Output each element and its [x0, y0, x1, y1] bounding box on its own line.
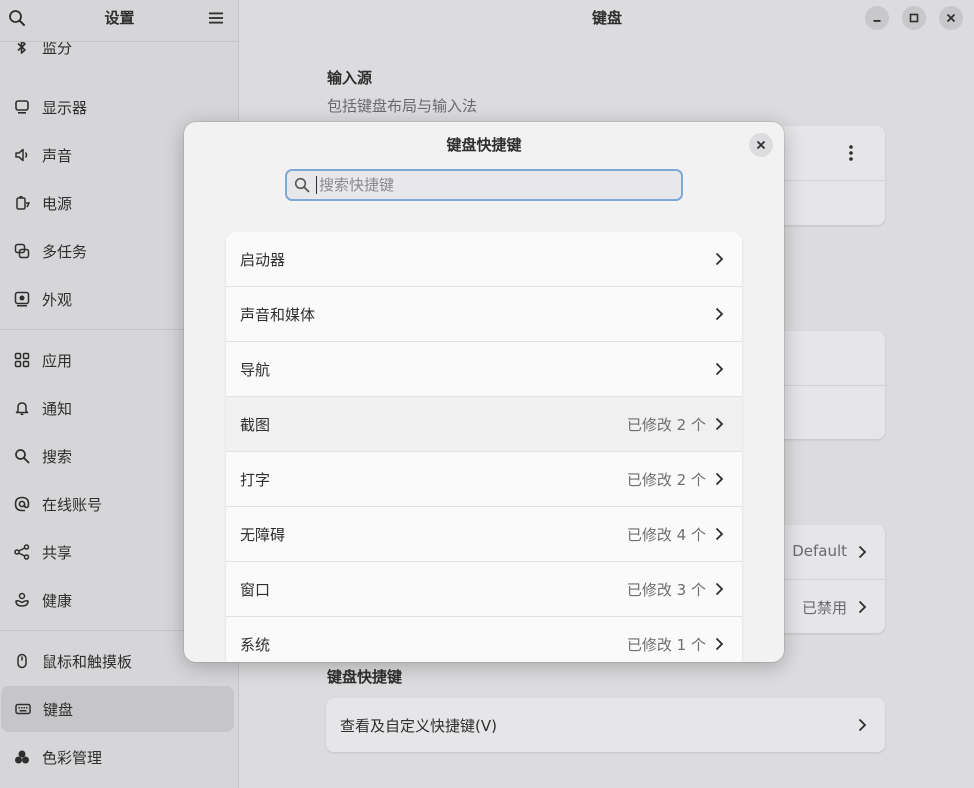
- sidebar-item-label: 声音: [42, 146, 73, 165]
- view-shortcuts-row[interactable]: 查看及自定义快捷键(V): [326, 698, 885, 752]
- compose-key-value: 已禁用: [801, 599, 847, 617]
- sidebar-item-label: 搜索: [42, 447, 73, 466]
- sidebar-title: 设置: [104, 9, 135, 27]
- sidebar-item-label: 色彩管理: [42, 748, 103, 767]
- category-label: 系统: [240, 635, 271, 654]
- sidebar-item-label: 键盘: [43, 700, 74, 719]
- minimize-button[interactable]: [865, 6, 889, 30]
- bell-icon: [15, 402, 29, 416]
- hamburger-menu-icon[interactable]: [207, 9, 225, 27]
- alternate-chars-value: Default: [792, 542, 847, 560]
- chevron-right-icon: [858, 545, 867, 559]
- dialog-close-button[interactable]: [749, 133, 773, 157]
- input-sources-title: 输入源: [327, 69, 373, 87]
- chevron-right-icon: [715, 637, 724, 651]
- minimize-icon: [873, 20, 881, 22]
- keyboard-shortcuts-title: 键盘快捷键: [327, 668, 403, 686]
- category-label: 窗口: [240, 580, 271, 599]
- maximize-button[interactable]: [902, 6, 926, 30]
- more-options-icon[interactable]: [849, 144, 853, 162]
- close-icon: [756, 140, 766, 150]
- sidebar-item-label: 共享: [42, 543, 73, 562]
- category-row-screenshots[interactable]: 截图 已修改 2 个: [226, 397, 742, 452]
- sidebar-item-color[interactable]: 色彩管理: [0, 734, 233, 780]
- category-label: 启动器: [240, 250, 286, 269]
- category-row-windows[interactable]: 窗口 已修改 3 个: [226, 562, 742, 617]
- category-row-launchers[interactable]: 启动器: [226, 232, 742, 287]
- sidebar-item-label: 通知: [42, 399, 73, 418]
- category-label: 打字: [240, 470, 271, 489]
- sidebar-item-keyboard[interactable]: 键盘: [1, 686, 234, 732]
- search-icon: [294, 177, 310, 193]
- category-modified-count: 已修改 2 个: [626, 415, 706, 434]
- category-row-typing[interactable]: 打字 已修改 2 个: [226, 452, 742, 507]
- chevron-right-icon: [715, 307, 724, 321]
- chevron-right-icon: [715, 362, 724, 376]
- apps-grid-icon: [14, 352, 30, 368]
- category-row-sound-media[interactable]: 声音和媒体: [226, 287, 742, 342]
- chevron-right-icon: [715, 417, 724, 431]
- sidebar-item-label: 外观: [42, 290, 73, 309]
- share-icon: [14, 544, 30, 560]
- close-icon: [946, 13, 956, 23]
- sidebar-item-label: 健康: [42, 591, 73, 610]
- shortcut-search-input[interactable]: [319, 176, 681, 194]
- category-label: 截图: [240, 415, 271, 434]
- chevron-right-icon: [715, 527, 724, 541]
- sidebar-item-label: 在线账号: [42, 495, 103, 514]
- window-title: 键盘: [591, 9, 622, 27]
- category-modified-count: 已修改 2 个: [626, 470, 706, 489]
- search-icon: [15, 449, 30, 464]
- speaker-icon: [15, 148, 28, 162]
- sidebar-item-label: 多任务: [42, 242, 88, 261]
- mouse-icon: [17, 653, 27, 669]
- category-modified-count: 已修改 1 个: [626, 635, 706, 654]
- sidebar-item-label: 显示器: [42, 98, 88, 117]
- close-window-button[interactable]: [939, 6, 963, 30]
- chevron-right-icon: [715, 582, 724, 596]
- input-sources-subtitle: 包括键盘布局与输入法: [327, 97, 478, 115]
- multitasking-icon: [14, 243, 30, 259]
- category-row-navigation[interactable]: 导航: [226, 342, 742, 397]
- sidebar-item-label: 电源: [42, 194, 73, 213]
- category-label: 无障碍: [240, 525, 286, 544]
- appearance-icon: [14, 291, 30, 307]
- chevron-right-icon: [858, 600, 867, 614]
- sidebar-item-label: 应用: [42, 351, 73, 370]
- category-row-accessibility[interactable]: 无障碍 已修改 4 个: [226, 507, 742, 562]
- display-icon: [15, 100, 29, 114]
- shortcut-category-list: 启动器 声音和媒体 导航 截图 已修改 2 个 打字 已修改 2 个 无障碍 已…: [226, 232, 742, 662]
- battery-icon: [16, 196, 30, 210]
- sidebar-header: 设置: [0, 0, 238, 42]
- at-sign-icon: [14, 496, 30, 512]
- shortcut-search-field[interactable]: [285, 169, 683, 201]
- maximize-icon: [909, 13, 919, 23]
- text-caret: [316, 176, 317, 194]
- category-row-system[interactable]: 系统 已修改 1 个: [226, 617, 742, 662]
- chevron-right-icon: [715, 472, 724, 486]
- view-shortcuts-label: 查看及自定义快捷键(V): [340, 717, 497, 735]
- chevron-right-icon: [715, 252, 724, 266]
- category-modified-count: 已修改 4 个: [626, 525, 706, 544]
- category-modified-count: 已修改 3 个: [626, 580, 706, 599]
- sidebar-item-label: 鼠标和触摸板: [42, 652, 133, 671]
- wellbeing-icon: [15, 592, 29, 607]
- dialog-title: 键盘快捷键: [446, 136, 522, 154]
- category-label: 声音和媒体: [240, 305, 316, 324]
- keyboard-icon: [15, 703, 31, 715]
- color-icon: [15, 750, 29, 764]
- keyboard-shortcuts-dialog: 键盘快捷键 启动器 声音和媒体 导航: [184, 122, 784, 662]
- category-label: 导航: [240, 360, 271, 379]
- chevron-right-icon: [858, 718, 867, 732]
